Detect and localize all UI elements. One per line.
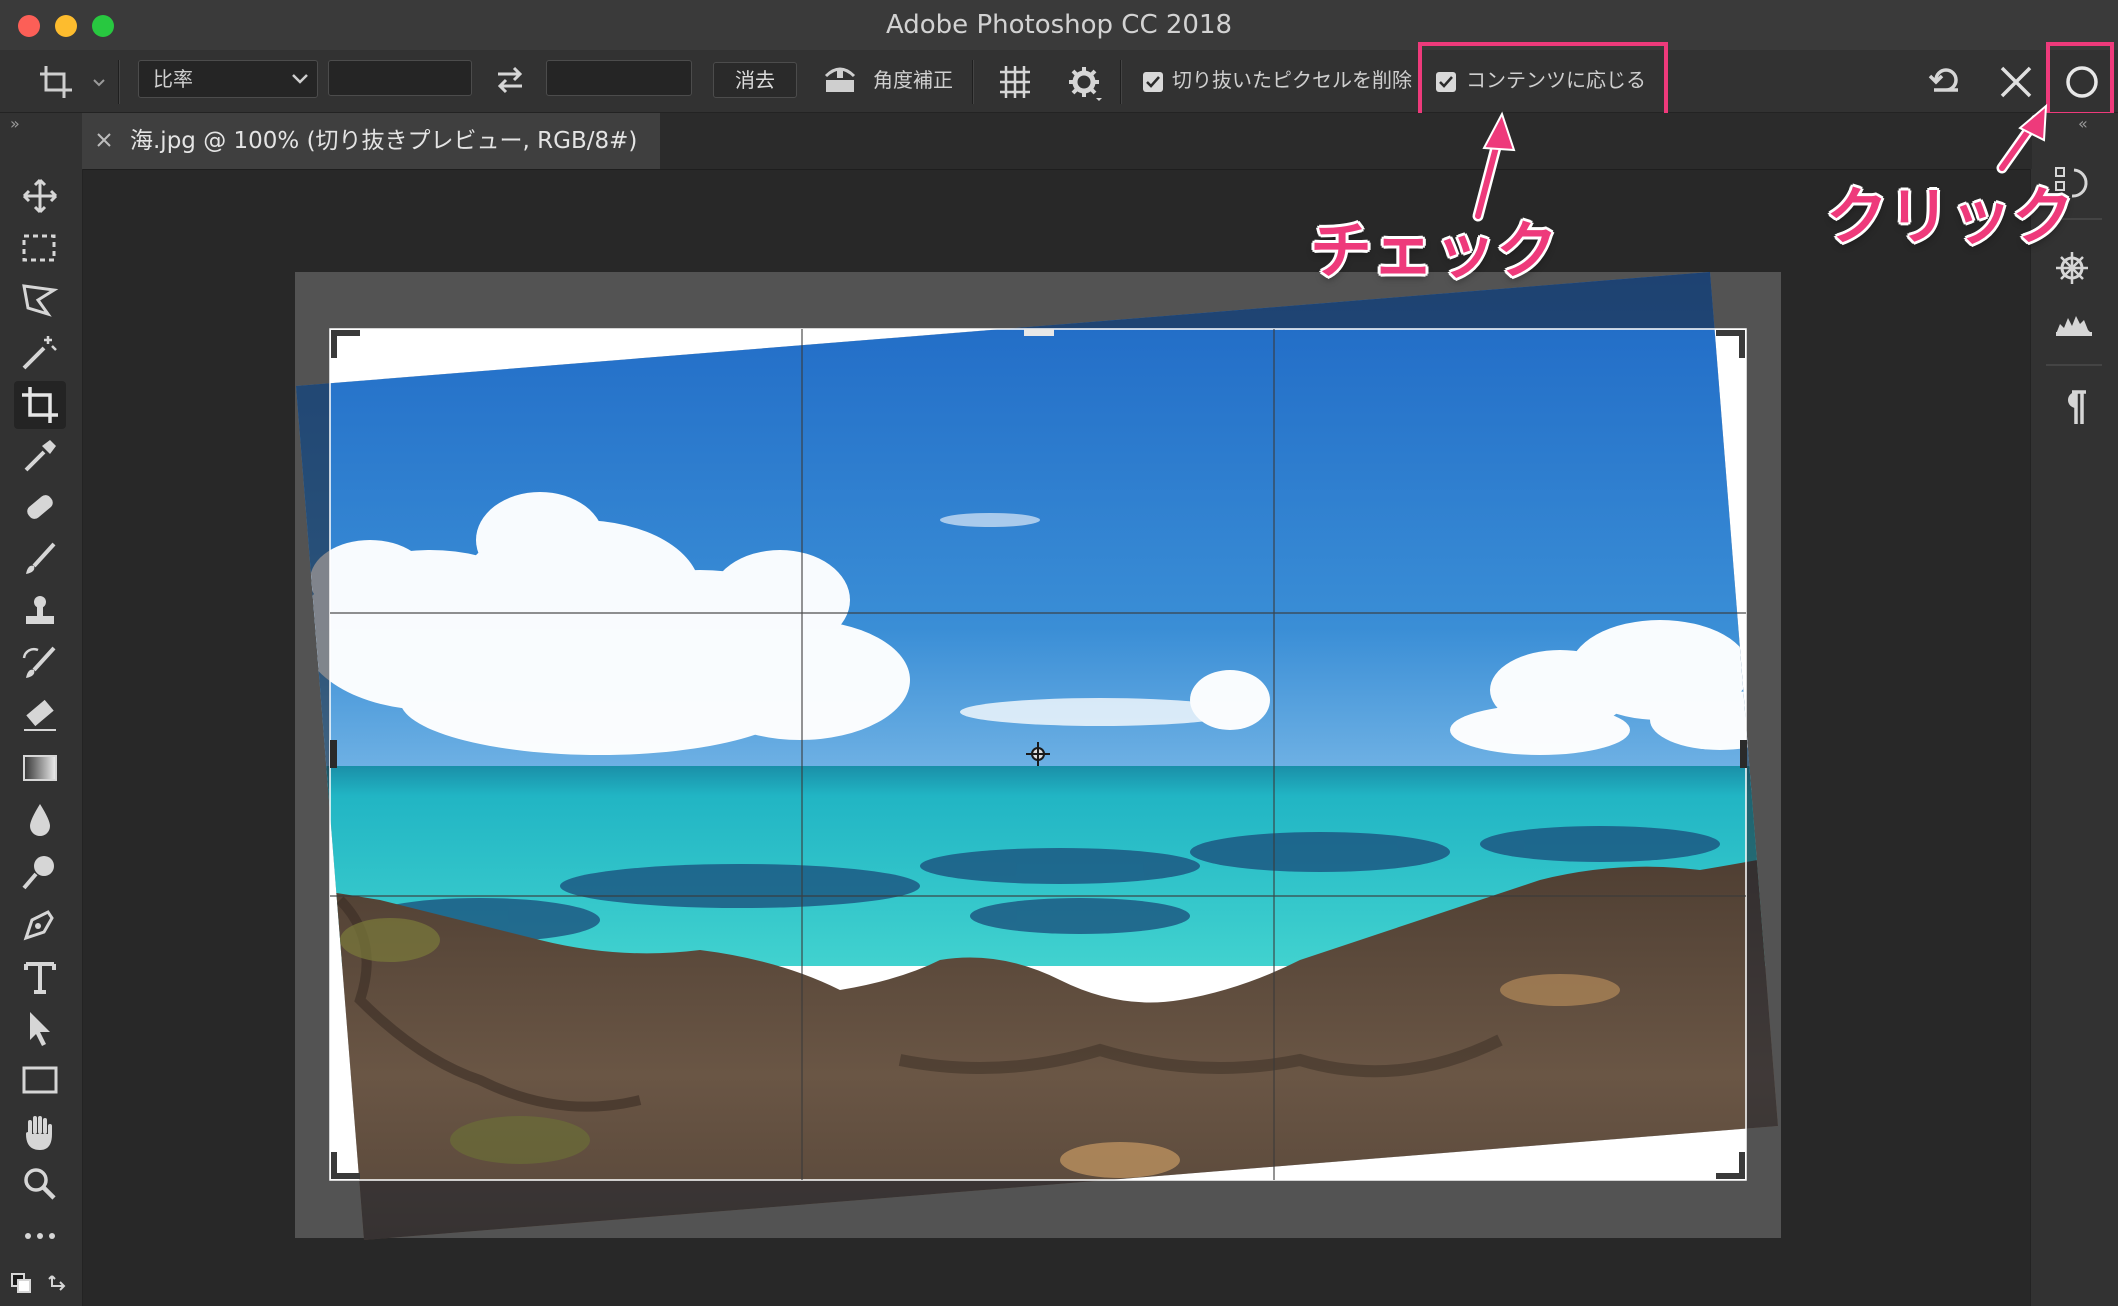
right-handle[interactable] [1740, 740, 1747, 768]
left-handle[interactable] [330, 740, 337, 768]
top-handle[interactable] [1024, 329, 1054, 336]
check-annotation: チェック [1310, 214, 1559, 287]
click-arrow [1996, 103, 2048, 174]
crop-preview[interactable] [0, 0, 2118, 1306]
click-annotation: クリック [1826, 180, 2075, 253]
